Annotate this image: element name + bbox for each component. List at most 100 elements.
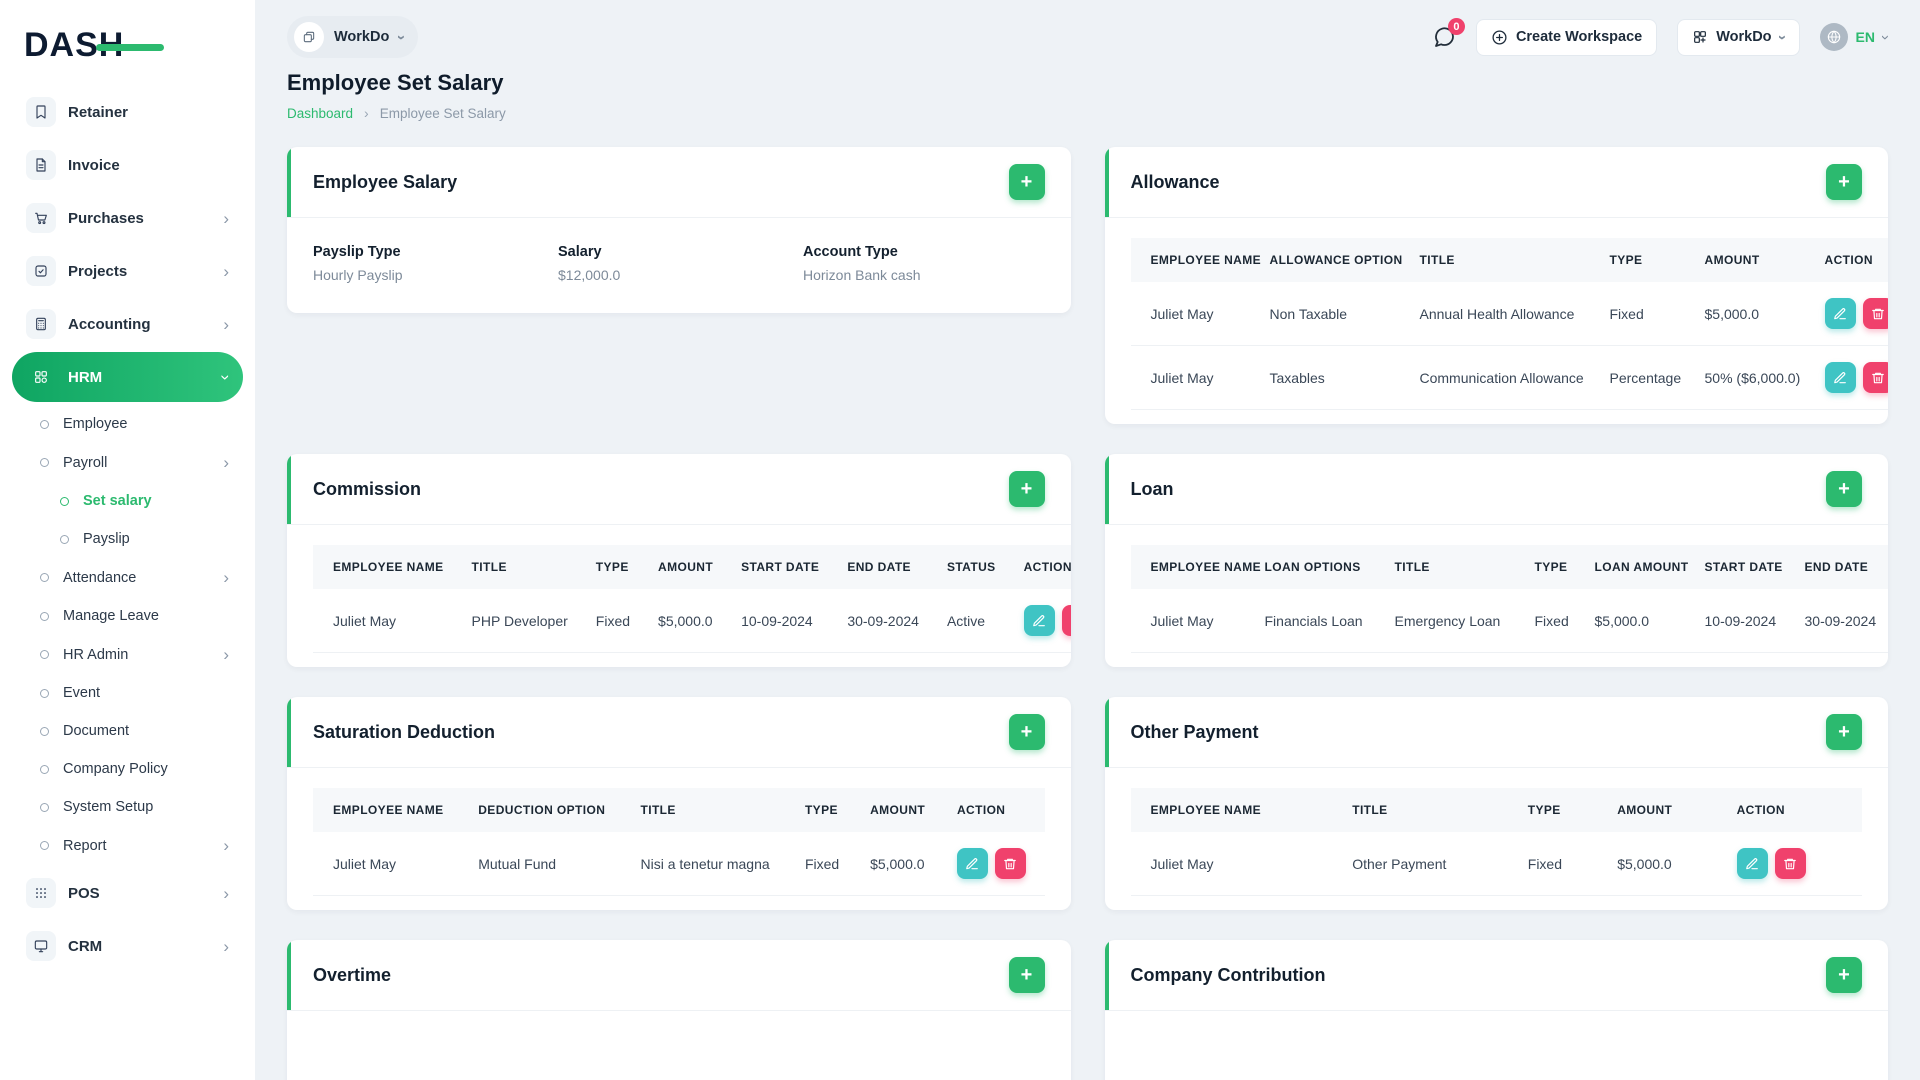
cell-option: Financials Loan (1250, 589, 1381, 653)
monitor-icon (26, 931, 56, 961)
card-header: Employee Salary + (287, 147, 1071, 218)
card-header: Loan + (1104, 454, 1888, 525)
table-row: Juliet May Mutual Fund Nisi a tenetur ma… (313, 832, 1045, 896)
edit-button[interactable] (956, 848, 988, 879)
delete-button[interactable] (994, 848, 1026, 879)
column-header: End Date (847, 560, 911, 574)
column-header: Start Date (741, 560, 820, 574)
chevron-right-icon: › (223, 836, 229, 855)
edit-button[interactable] (1736, 848, 1768, 879)
sidebar-item-pos[interactable]: POS › (12, 868, 243, 918)
sidebar-item-company-policy[interactable]: Company Policy (12, 750, 243, 788)
table-header-row: Employee Name Deduction Option Title Typ… (313, 788, 1045, 832)
edit-button[interactable] (1824, 298, 1856, 329)
delete-button[interactable] (1862, 362, 1888, 393)
sidebar-item-payroll[interactable]: Payroll › (12, 443, 243, 482)
bullet-icon (40, 419, 49, 429)
sidebar-item-hrm[interactable]: HRM › (12, 352, 243, 402)
cell-status: Active (932, 589, 1010, 653)
sidebar-item-retainer[interactable]: Retainer (12, 87, 243, 137)
sidebar-item-event[interactable]: Event (12, 674, 243, 712)
table-header-row: Employee Name Title Type Amount Start Da… (313, 545, 1071, 589)
cell-type: Fixed (1595, 282, 1691, 346)
sidebar-item-attendance[interactable]: Attendance › (12, 558, 243, 597)
chevron-right-icon: › (223, 208, 229, 228)
add-loan-button[interactable]: + (1826, 471, 1862, 507)
pencil-icon (1834, 371, 1846, 383)
bullet-icon (60, 496, 69, 506)
sidebar-item-document[interactable]: Document (12, 712, 243, 750)
sidebar-item-payslip[interactable]: Payslip (12, 520, 243, 558)
add-company-contribution-button[interactable]: + (1826, 957, 1862, 993)
messages-button[interactable]: 0 (1432, 18, 1465, 49)
grid-plus-icon (1694, 31, 1707, 43)
column-header: Title (471, 560, 507, 574)
column-header: Action (1736, 803, 1785, 817)
field-value: Hourly Payslip (313, 267, 403, 283)
cards-grid: Employee Salary + Payslip Type Hourly Pa… (287, 147, 1888, 1080)
commission-card: Commission + Employee Name Title Type Am… (287, 454, 1071, 667)
breadcrumb-separator-icon: › (364, 105, 369, 121)
saturation-deduction-card: Saturation Deduction + Employee Name Ded… (287, 697, 1071, 910)
sidebar-item-purchases[interactable]: Purchases › (12, 193, 243, 243)
table-header-row: Employee Name Allowance Option Title Typ… (1130, 238, 1888, 282)
bullet-icon (40, 650, 49, 659)
sidebar-item-employee[interactable]: Employee (12, 405, 243, 443)
card-title: Other Payment (1130, 721, 1259, 742)
add-allowance-button[interactable]: + (1826, 164, 1862, 200)
sidebar-item-label: System Setup (63, 799, 154, 815)
card-header: Other Payment + (1104, 697, 1888, 768)
company-contribution-card: Company Contribution + (1104, 940, 1888, 1080)
add-other-payment-button[interactable]: + (1826, 714, 1862, 750)
sidebar-item-label: HRM (68, 368, 103, 386)
cell-type: Fixed (581, 589, 645, 653)
card-title: Loan (1130, 478, 1174, 499)
sidebar-item-system-setup[interactable]: System Setup (12, 788, 243, 826)
workspace-selector[interactable]: WorkDo › (287, 16, 419, 58)
delete-button[interactable] (1061, 605, 1071, 636)
loan-table: Employee Name Loan Options Title Type Lo… (1130, 545, 1888, 653)
workdo-menu-button[interactable]: WorkDo › (1677, 18, 1800, 56)
sidebar-item-crm[interactable]: CRM › (12, 921, 243, 971)
create-workspace-button[interactable]: Create Workspace (1475, 18, 1658, 56)
sidebar-item-label: Manage Leave (63, 608, 159, 624)
table-row: Juliet May PHP Developer Fixed $5,000.0 … (313, 589, 1071, 653)
retainer-icon (26, 97, 56, 127)
edit-button[interactable] (1023, 605, 1055, 636)
sidebar-item-set-salary[interactable]: Set salary (12, 482, 243, 520)
row-actions (1824, 362, 1888, 393)
sidebar-item-manage-leave[interactable]: Manage Leave (12, 597, 243, 635)
add-commission-button[interactable]: + (1008, 471, 1045, 507)
add-employee-salary-button[interactable]: + (1008, 164, 1045, 200)
column-header: Loan Amount (1594, 560, 1689, 574)
breadcrumb-dashboard-link[interactable]: Dashboard (287, 106, 353, 121)
loan-card: Loan + Employee Name Loan Options Title … (1104, 454, 1888, 667)
column-header: Type (1527, 803, 1561, 817)
card-header: Saturation Deduction + (287, 697, 1071, 768)
delete-button[interactable] (1774, 848, 1806, 879)
language-selector[interactable]: EN › (1819, 23, 1894, 51)
column-header: Title (640, 803, 676, 817)
table-row: Juliet May Financials Loan Emergency Loa… (1130, 589, 1888, 653)
cart-icon (26, 203, 56, 233)
delete-button[interactable] (1862, 298, 1888, 329)
sidebar-item-invoice[interactable]: Invoice (12, 140, 243, 190)
pencil-icon (966, 857, 979, 869)
column-header: Status (946, 560, 996, 574)
sidebar-item-report[interactable]: Report › (12, 826, 243, 865)
cell-title: Nisi a tenetur magna (626, 832, 791, 896)
overtime-body (287, 1011, 1071, 1080)
sidebar-item-projects[interactable]: Projects › (12, 246, 243, 296)
bullet-icon (60, 534, 69, 544)
sidebar-item-hr-admin[interactable]: HR Admin › (12, 635, 243, 674)
sidebar-item-accounting[interactable]: Accounting › (12, 299, 243, 349)
chevron-right-icon: › (223, 645, 229, 664)
column-header: Deduction Option (478, 803, 606, 817)
salary-fields: Payslip Type Hourly Payslip Salary $12,0… (287, 218, 1071, 313)
card-title: Company Contribution (1130, 964, 1326, 985)
add-overtime-button[interactable]: + (1008, 957, 1045, 993)
add-saturation-deduction-button[interactable]: + (1008, 714, 1045, 750)
cell-title: PHP Developer (457, 589, 582, 653)
edit-button[interactable] (1824, 362, 1856, 393)
field-label: Account Type (803, 244, 898, 260)
